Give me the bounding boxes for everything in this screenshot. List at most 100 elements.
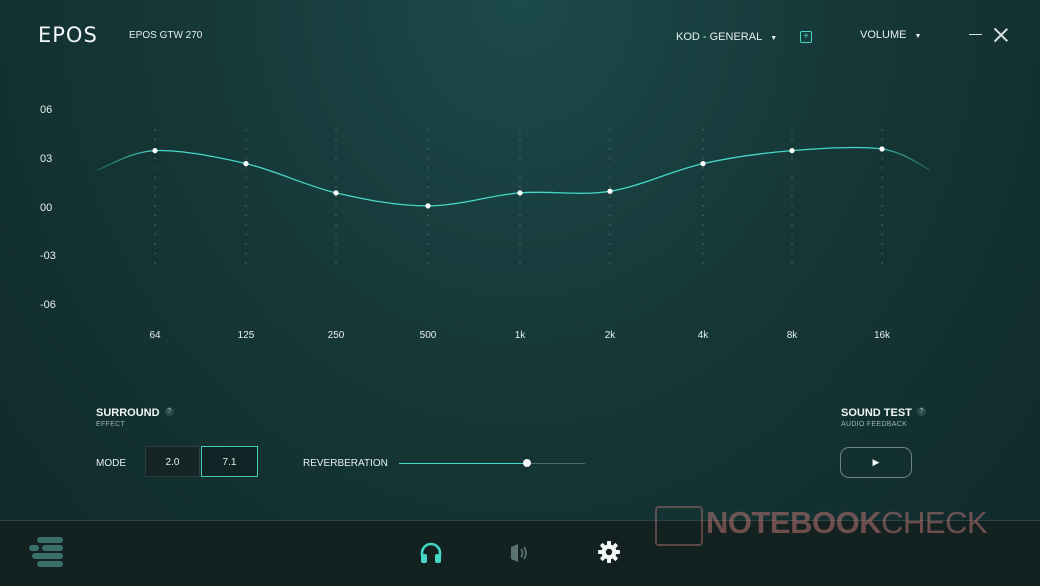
- grid-dot: [791, 233, 793, 236]
- grid-dot: [791, 195, 793, 198]
- grid-dot: [335, 186, 337, 188]
- grid-dot: [427, 224, 429, 226]
- eq-band-handle-64[interactable]: [152, 148, 158, 154]
- grid-dot: [427, 243, 429, 245]
- grid-dot: [519, 186, 521, 188]
- grid-dot: [609, 214, 611, 217]
- grid-dot: [335, 138, 337, 141]
- grid-dot: [881, 186, 883, 188]
- grid-dot: [519, 262, 521, 264]
- x-tick-label: 2k: [604, 330, 616, 341]
- grid-dot: [245, 129, 247, 131]
- grid-dot: [519, 129, 521, 131]
- grid-dot: [702, 195, 704, 198]
- y-tick-label: -03: [40, 250, 56, 263]
- grid-dot: [791, 243, 793, 245]
- grid-dot: [791, 129, 793, 131]
- sidetone-icon[interactable]: [508, 541, 532, 570]
- y-tick-label: 06: [40, 104, 53, 116]
- eq-band-handle-250[interactable]: [333, 190, 339, 196]
- mode-2-0-button[interactable]: 2.0: [145, 446, 200, 477]
- menu-icon[interactable]: [29, 536, 63, 568]
- grid-dot: [519, 138, 521, 141]
- gear-icon[interactable]: [597, 540, 621, 569]
- grid-dot: [881, 195, 883, 198]
- reverberation-slider-thumb[interactable]: [523, 459, 532, 467]
- grid-dot: [335, 243, 337, 245]
- grid-dot: [881, 138, 883, 141]
- grid-dot: [427, 214, 429, 217]
- help-icon[interactable]: ?: [164, 407, 174, 417]
- grid-dot: [154, 214, 156, 217]
- surround-title: SURROUND: [96, 407, 160, 419]
- grid-dot: [519, 243, 521, 245]
- grid-dot: [519, 148, 521, 150]
- grid-dot: [335, 129, 337, 131]
- eq-band-handle-2k[interactable]: [607, 188, 613, 194]
- grid-dot: [245, 214, 247, 217]
- grid-dot: [609, 148, 611, 150]
- grid-dot: [245, 157, 247, 160]
- grid-dot: [881, 176, 883, 179]
- grid-dot: [881, 224, 883, 226]
- grid-dot: [881, 262, 883, 264]
- x-tick-label: 64: [149, 330, 161, 341]
- grid-dot: [609, 262, 611, 264]
- eq-band-handle-16k[interactable]: [879, 146, 885, 152]
- grid-dot: [427, 233, 429, 236]
- grid-dot: [427, 148, 429, 150]
- grid-dot: [154, 138, 156, 141]
- grid-dot: [609, 129, 611, 131]
- grid-dot: [702, 157, 704, 160]
- grid-dot: [427, 167, 429, 169]
- grid-dot: [245, 262, 247, 264]
- grid-dot: [154, 129, 156, 131]
- grid-dot: [609, 224, 611, 226]
- grid-dot: [245, 243, 247, 245]
- grid-dot: [335, 176, 337, 179]
- grid-dot: [335, 157, 337, 160]
- grid-dot: [791, 138, 793, 141]
- grid-dot: [519, 224, 521, 226]
- headset-icon[interactable]: [419, 541, 443, 570]
- grid-dot: [245, 205, 247, 207]
- grid-dot: [702, 186, 704, 188]
- grid-dot: [154, 243, 156, 245]
- grid-dot: [519, 195, 521, 198]
- grid-dot: [245, 195, 247, 198]
- grid-dot: [427, 252, 429, 255]
- x-tick-label: 250: [327, 330, 345, 341]
- x-tick-label: 1k: [514, 330, 526, 341]
- surround-subtitle: EFFECT: [96, 421, 126, 428]
- grid-dot: [245, 138, 247, 141]
- eq-band-handle-8k[interactable]: [789, 148, 795, 154]
- grid-dot: [245, 148, 247, 150]
- eq-band-handle-4k[interactable]: [700, 161, 706, 167]
- x-tick-label: 4k: [697, 330, 709, 341]
- equalizer-chart[interactable]: [0, 0, 1040, 360]
- x-tick-label: 16k: [873, 330, 891, 341]
- grid-dot: [881, 167, 883, 169]
- grid-dot: [154, 157, 156, 160]
- grid-dot: [881, 157, 883, 160]
- grid-dot: [427, 129, 429, 131]
- grid-dot: [791, 176, 793, 179]
- grid-dot: [609, 138, 611, 141]
- grid-dot: [154, 176, 156, 179]
- grid-dot: [791, 252, 793, 255]
- mode-7-1-button[interactable]: 7.1: [201, 446, 258, 477]
- eq-band-handle-1k[interactable]: [517, 190, 523, 196]
- play-sound-test-button[interactable]: ▶: [840, 447, 912, 478]
- grid-dot: [154, 186, 156, 188]
- grid-dot: [519, 214, 521, 217]
- grid-dot: [335, 148, 337, 150]
- grid-dot: [427, 157, 429, 160]
- grid-dot: [791, 167, 793, 169]
- help-icon[interactable]: ?: [916, 407, 926, 417]
- eq-band-handle-500[interactable]: [425, 203, 431, 209]
- grid-dot: [427, 138, 429, 141]
- grid-dot: [427, 195, 429, 198]
- grid-dot: [791, 224, 793, 226]
- eq-band-handle-125[interactable]: [243, 161, 249, 167]
- grid-dot: [154, 224, 156, 226]
